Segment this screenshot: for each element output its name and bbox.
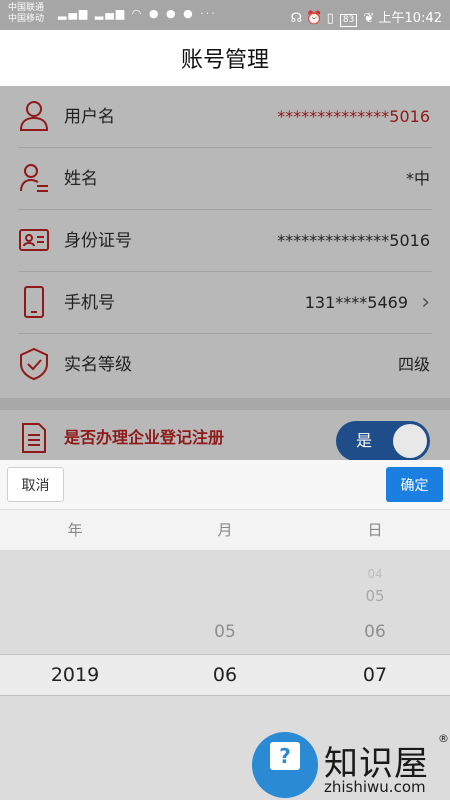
name-value: *中 xyxy=(405,169,430,188)
account-info-list: 用户名 **************5016 姓名 *中 身份证号 ******… xyxy=(0,86,450,398)
registration-question: 是否办理企业登记注册 xyxy=(64,428,225,447)
status-bar: 中国联通 中国移动 ▂▄▆ ▂▄▆ ◠ ● ● ● ··· ☊ ⏰ ▯ 83 ❦… xyxy=(0,0,450,30)
question-monitor-icon: ? xyxy=(270,742,300,770)
enterprise-registration-row: 是否办理企业登记注册 是 xyxy=(0,410,450,461)
app-notification-icon: ● xyxy=(148,7,161,20)
title-bar: 账号管理 xyxy=(0,30,450,86)
day-option[interactable]: 04 xyxy=(300,566,450,582)
row-phone[interactable]: 手机号 131****5469 › xyxy=(0,272,450,334)
watermark: ? 知识屋 ® zhishiwu.com xyxy=(252,730,450,800)
app-notification-icon: ● xyxy=(183,7,195,20)
watermark-url: zhishiwu.com xyxy=(324,778,426,796)
month-option[interactable]: 05 xyxy=(150,618,300,646)
signal-icon: ▂▄▆ xyxy=(58,7,90,20)
id-card-icon xyxy=(19,229,49,251)
year-column-header: 年 xyxy=(67,521,83,539)
picker-column-headers: 年 月 日 xyxy=(0,510,450,550)
month-selected[interactable]: 06 xyxy=(150,654,300,696)
clock-time: 上午10:42 xyxy=(378,11,442,26)
row-name: 姓名 *中 xyxy=(0,148,450,210)
battery-level: 83 xyxy=(339,14,358,27)
headset-icon: ☊ xyxy=(290,11,303,26)
leaf-icon: ❦ xyxy=(363,11,375,26)
chevron-right-icon[interactable]: › xyxy=(421,272,430,334)
row-label: 用户名 xyxy=(64,107,115,127)
day-selected[interactable]: 07 xyxy=(300,654,450,696)
carrier-1: 中国联通 xyxy=(8,3,45,13)
status-right: ☊ ⏰ ▯ 83 ❦ 上午10:42 xyxy=(291,7,442,27)
row-id-number: 身份证号 **************5016 xyxy=(0,210,450,272)
day-column-header: 日 xyxy=(367,521,383,539)
id-number-value: **************5016 xyxy=(277,231,430,250)
verification-level-value: 四级 xyxy=(397,355,430,374)
year-selected[interactable]: 2019 xyxy=(0,654,150,696)
day-option[interactable]: 06 xyxy=(300,618,450,646)
phone-icon xyxy=(24,286,44,318)
toggle-knob[interactable] xyxy=(393,424,427,458)
row-verification-level: 实名等级 四级 xyxy=(0,334,450,396)
registration-toggle[interactable]: 是 xyxy=(336,421,430,461)
person-outline-icon xyxy=(19,101,49,131)
row-label: 身份证号 xyxy=(64,231,132,251)
page-title: 账号管理 xyxy=(180,48,269,73)
person-list-icon xyxy=(20,164,48,192)
username-value: **************5016 xyxy=(277,107,430,126)
wifi-icon: ◠ xyxy=(131,7,144,20)
watermark-logo: ? xyxy=(252,732,318,798)
row-username: 用户名 **************5016 xyxy=(0,86,450,148)
section-gap xyxy=(0,398,450,410)
confirm-button[interactable]: 确定 xyxy=(386,467,443,502)
carrier-names: 中国联通 中国移动 xyxy=(8,3,44,25)
row-label: 手机号 xyxy=(64,293,115,313)
shield-check-icon xyxy=(20,347,48,381)
row-label: 姓名 xyxy=(64,169,98,189)
toggle-label: 是 xyxy=(356,431,373,450)
row-label: 实名等级 xyxy=(64,355,132,375)
document-icon xyxy=(22,423,46,453)
signal-icons: ▂▄▆ ▂▄▆ ◠ ● ● ● ··· xyxy=(58,7,217,20)
day-option[interactable]: 05 xyxy=(300,584,450,608)
vibrate-icon: ▯ xyxy=(326,11,334,26)
carrier-2: 中国移动 xyxy=(8,14,45,24)
cancel-button[interactable]: 取消 xyxy=(7,467,64,502)
signal-icon: ▂▄▆ xyxy=(94,7,127,20)
phone-value: 131****5469 xyxy=(304,293,408,312)
alarm-icon: ⏰ xyxy=(306,11,323,26)
picker-toolbar: 取消 确定 xyxy=(0,460,450,510)
month-column-header: 月 xyxy=(217,521,233,539)
more-icon: ··· xyxy=(200,7,217,20)
app-notification-icon: ● xyxy=(166,7,178,20)
registered-mark-icon: ® xyxy=(438,732,449,745)
